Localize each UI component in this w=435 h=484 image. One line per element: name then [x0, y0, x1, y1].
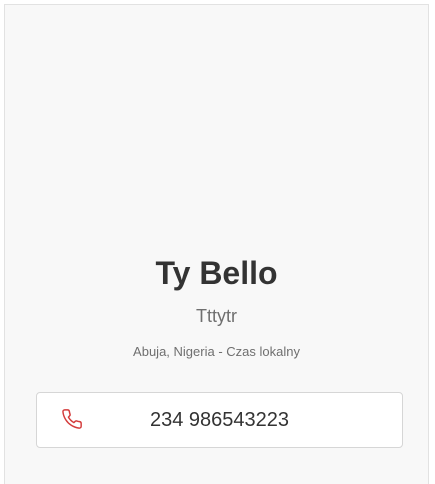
- phone-button[interactable]: 234 986543223: [36, 392, 403, 448]
- profile-location: Abuja, Nigeria - Czas lokalny: [133, 344, 300, 359]
- profile-subtitle: Tttytr: [196, 306, 237, 326]
- profile-card: Ty Bello Tttytr Abuja, Nigeria - Czas lo…: [4, 4, 429, 484]
- phone-number: 234 986543223: [149, 409, 290, 431]
- profile-name: Ty Bello: [155, 255, 278, 291]
